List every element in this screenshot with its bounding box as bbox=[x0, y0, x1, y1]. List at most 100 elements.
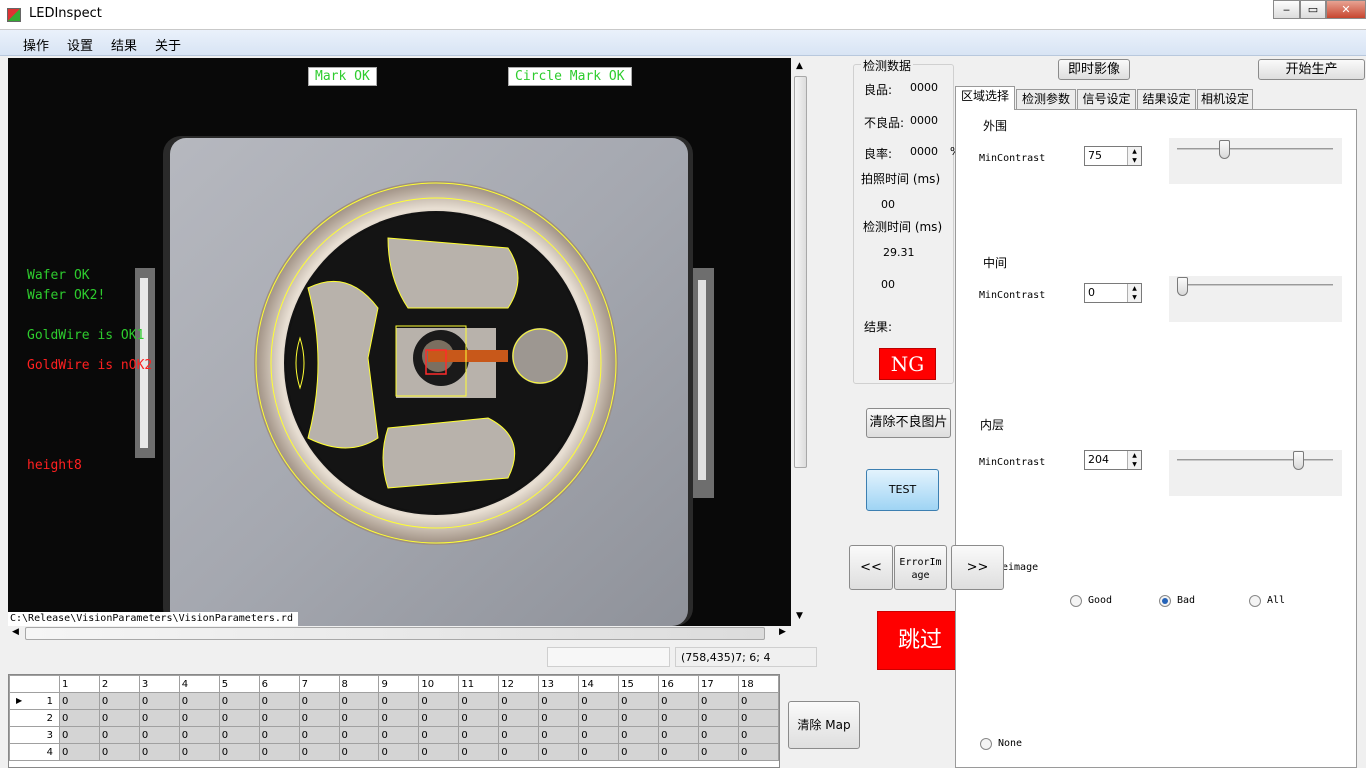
tab-region-select[interactable]: 区域选择 bbox=[955, 86, 1015, 110]
image-vertical-scrollbar[interactable]: ▲ ▼ bbox=[792, 58, 809, 626]
scroll-left-icon[interactable]: ◀ bbox=[12, 627, 19, 637]
inner-mincontrast-spinner[interactable]: 204 ▲ ▼ bbox=[1084, 450, 1142, 470]
menu-settings[interactable]: 设置 bbox=[67, 35, 93, 54]
middle-mincontrast-spinner[interactable]: 0 ▲ ▼ bbox=[1084, 283, 1142, 303]
grid-cell[interactable]: 0 bbox=[298, 692, 340, 710]
grid-cell[interactable]: 0 bbox=[618, 743, 660, 761]
grid-cell[interactable]: 0 bbox=[58, 709, 100, 727]
grid-cell[interactable]: 0 bbox=[498, 709, 540, 727]
grid-cell[interactable]: 0 bbox=[218, 743, 260, 761]
grid-cell[interactable]: 0 bbox=[258, 692, 300, 710]
grid-cell[interactable]: 0 bbox=[218, 692, 260, 710]
grid-cell[interactable]: 0 bbox=[178, 743, 220, 761]
outer-slider-thumb[interactable] bbox=[1219, 140, 1231, 159]
grid-row-header[interactable]: 4 bbox=[9, 743, 60, 761]
grid-cell[interactable]: 0 bbox=[418, 726, 460, 744]
grid-cell[interactable]: 0 bbox=[698, 709, 739, 727]
grid-cell[interactable]: 0 bbox=[138, 726, 180, 744]
tab-result-settings[interactable]: 结果设定 bbox=[1137, 89, 1196, 109]
grid-cell[interactable]: 0 bbox=[458, 743, 500, 761]
grid-cell[interactable]: 0 bbox=[498, 743, 540, 761]
table-row[interactable]: 4000000000000000000 bbox=[9, 743, 779, 761]
grid-cell[interactable]: 0 bbox=[618, 709, 660, 727]
grid-cell[interactable]: 0 bbox=[58, 726, 100, 744]
grid-cell[interactable]: 0 bbox=[178, 726, 220, 744]
grid-cell[interactable]: 0 bbox=[458, 726, 500, 744]
radio-none-option[interactable]: None bbox=[980, 738, 1060, 752]
grid-cell[interactable]: 0 bbox=[658, 709, 700, 727]
menu-results[interactable]: 结果 bbox=[111, 35, 137, 54]
grid-column-header[interactable]: 10 bbox=[418, 675, 460, 693]
radio-bad[interactable] bbox=[1159, 595, 1171, 607]
grid-cell[interactable]: 0 bbox=[698, 743, 739, 761]
grid-cell[interactable]: 0 bbox=[98, 743, 140, 761]
grid-cell[interactable]: 0 bbox=[378, 726, 420, 744]
grid-cell[interactable]: 0 bbox=[658, 743, 700, 761]
outer-mincontrast-spinner[interactable]: 75 ▲ ▼ bbox=[1084, 146, 1142, 166]
radio-bad-option[interactable]: Bad bbox=[1159, 595, 1239, 609]
grid-column-header[interactable]: 11 bbox=[458, 675, 500, 693]
clear-map-button[interactable]: 清除 Map bbox=[788, 701, 860, 749]
grid-cell[interactable]: 0 bbox=[98, 726, 140, 744]
grid-cell[interactable]: 0 bbox=[338, 726, 380, 744]
grid-cell[interactable]: 0 bbox=[218, 726, 260, 744]
grid-cell[interactable]: 0 bbox=[618, 692, 660, 710]
grid-cell[interactable]: 0 bbox=[58, 743, 100, 761]
grid-cell[interactable]: 0 bbox=[418, 709, 460, 727]
grid-column-header[interactable]: 5 bbox=[218, 675, 260, 693]
grid-cell[interactable]: 0 bbox=[338, 692, 380, 710]
table-row[interactable]: ▶ 1 0 0 0 0 0 0 0 0 0 0 0 0 0 0 0 0 0 0 bbox=[9, 692, 779, 710]
grid-cell[interactable]: 0 bbox=[218, 709, 260, 727]
scroll-down-icon[interactable]: ▼ bbox=[796, 611, 803, 621]
grid-cell[interactable]: 0 bbox=[658, 692, 700, 710]
grid-cell[interactable]: 0 bbox=[538, 692, 580, 710]
grid-column-header[interactable]: 7 bbox=[298, 675, 340, 693]
grid-cell[interactable]: 0 bbox=[178, 709, 220, 727]
outer-trackbar[interactable] bbox=[1169, 138, 1342, 184]
radio-good[interactable] bbox=[1070, 595, 1082, 607]
grid-cell[interactable]: 0 bbox=[298, 709, 340, 727]
grid-cell[interactable]: 0 bbox=[418, 743, 460, 761]
grid-cell[interactable]: 0 bbox=[298, 726, 340, 744]
grid-cell[interactable]: 0 bbox=[738, 692, 779, 710]
grid-cell[interactable]: 0 bbox=[98, 692, 140, 710]
grid-cell[interactable]: 0 bbox=[618, 726, 660, 744]
grid-column-header[interactable]: 14 bbox=[578, 675, 620, 693]
spin-down-icon[interactable]: ▼ bbox=[1127, 293, 1141, 302]
radio-good-option[interactable]: Good bbox=[1070, 595, 1150, 609]
maximize-button[interactable]: ▭ bbox=[1300, 0, 1326, 19]
grid-cell[interactable]: 0 bbox=[698, 726, 739, 744]
grid-cell[interactable]: 0 bbox=[738, 726, 779, 744]
live-video-button[interactable]: 即时影像 bbox=[1058, 59, 1130, 80]
grid-cell[interactable]: 0 bbox=[378, 692, 420, 710]
grid-cell[interactable]: 0 bbox=[258, 743, 300, 761]
spin-down-icon[interactable]: ▼ bbox=[1127, 156, 1141, 165]
grid-column-header[interactable]: 9 bbox=[378, 675, 420, 693]
grid-cell[interactable]: 0 bbox=[458, 692, 500, 710]
grid-cell[interactable]: 0 bbox=[578, 726, 620, 744]
inner-slider-thumb[interactable] bbox=[1293, 451, 1304, 470]
middle-slider-thumb[interactable] bbox=[1177, 277, 1188, 296]
grid-cell[interactable]: 0 bbox=[378, 709, 420, 727]
spin-up-icon[interactable]: ▲ bbox=[1127, 147, 1141, 156]
grid-cell[interactable]: 0 bbox=[338, 709, 380, 727]
scroll-up-icon[interactable]: ▲ bbox=[796, 61, 803, 71]
radio-none[interactable] bbox=[980, 738, 992, 750]
wafer-map-grid[interactable]: 1 2 3 4 5 6 7 8 9 10 11 12 13 14 15 16 17 18 ▶ 1 0 0 0 0 0 0 0 0 0 0… bbox=[8, 674, 780, 768]
grid-column-header[interactable]: 18 bbox=[738, 675, 779, 693]
grid-cell[interactable]: 0 bbox=[498, 726, 540, 744]
inspection-image-view[interactable]: Mark OK Circle Mark OK Wafer OK Wafer OK… bbox=[8, 58, 791, 626]
tab-detect-params[interactable]: 检测参数 bbox=[1016, 89, 1076, 109]
vertical-scroll-thumb[interactable] bbox=[794, 76, 807, 468]
grid-cell[interactable]: 0 bbox=[58, 692, 100, 710]
middle-trackbar[interactable] bbox=[1169, 276, 1342, 322]
grid-cell[interactable]: 0 bbox=[538, 726, 580, 744]
grid-cell[interactable]: 0 bbox=[338, 743, 380, 761]
spin-down-icon[interactable]: ▼ bbox=[1127, 460, 1141, 469]
spin-up-icon[interactable]: ▲ bbox=[1127, 284, 1141, 293]
minimize-button[interactable]: ‒ bbox=[1273, 0, 1300, 19]
radio-all-option[interactable]: All bbox=[1249, 595, 1329, 609]
grid-cell[interactable]: 0 bbox=[738, 743, 779, 761]
grid-column-header[interactable]: 3 bbox=[138, 675, 180, 693]
tab-camera-settings[interactable]: 相机设定 bbox=[1197, 89, 1253, 109]
